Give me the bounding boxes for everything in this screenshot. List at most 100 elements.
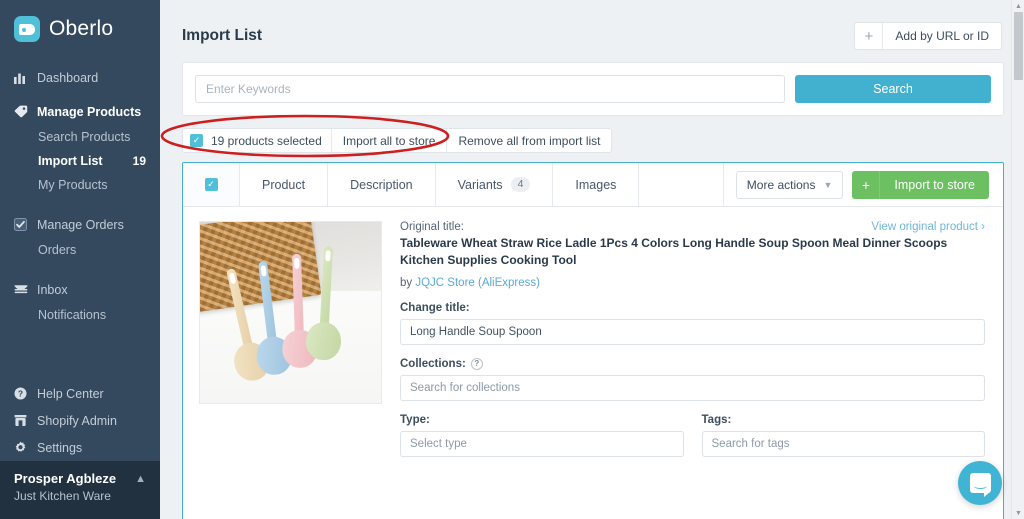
sidebar-item-help-center[interactable]: ? Help Center <box>0 380 160 407</box>
add-by-url-label: Add by URL or ID <box>895 29 989 43</box>
sidebar-subitem-label: Orders <box>38 243 77 257</box>
original-title-text: Tableware Wheat Straw Rice Ladle 1Pcs 4 … <box>400 236 948 268</box>
variants-count-badge: 4 <box>510 176 531 193</box>
sidebar-item-import-list[interactable]: Import List 19 <box>0 149 160 173</box>
import-to-store-button[interactable]: + Import to store <box>852 170 989 199</box>
main-content: Import List + Add by URL or ID Search ✓ … <box>160 0 1024 519</box>
nav-divider-gap <box>0 197 160 211</box>
product-details: Original title: View original product › … <box>400 221 985 457</box>
chat-bubble-icon <box>969 473 991 497</box>
tab-label: Images <box>575 177 617 192</box>
product-select-checkbox-cell[interactable]: ✓ <box>183 163 240 206</box>
type-label-text: Type: <box>400 413 430 426</box>
sidebar-item-label: Help Center <box>37 386 104 401</box>
bulk-actions-bar: ✓ 19 products selected Import all to sto… <box>182 128 613 153</box>
sidebar-subitem-label: Notifications <box>38 308 107 322</box>
type-tags-row: Type: Tags: <box>400 414 985 457</box>
plus-icon: + <box>855 23 884 49</box>
view-original-product-link[interactable]: View original product › <box>871 221 985 233</box>
selected-count-label: 19 products selected <box>211 133 322 148</box>
by-prefix: by <box>400 276 413 289</box>
sidebar-item-label: Dashboard <box>37 70 99 85</box>
product-thumbnail[interactable] <box>199 221 382 404</box>
svg-text:?: ? <box>18 389 23 399</box>
tags-input[interactable] <box>701 430 985 457</box>
sidebar-item-notifications[interactable]: Notifications <box>0 303 160 327</box>
tab-label: Product <box>262 177 306 192</box>
sidebar-item-label: Manage Products <box>37 104 142 119</box>
sidebar-subitem-label: Search Products <box>38 130 131 144</box>
type-label: Type: <box>400 414 684 426</box>
collections-label-text: Collections: <box>400 357 466 370</box>
tab-label: Variants <box>457 177 503 192</box>
nav-divider-gap <box>0 262 160 276</box>
sidebar-item-label: Inbox <box>37 282 68 297</box>
page-scrollbar[interactable]: ▲ ▼ <box>1011 0 1024 519</box>
tags-field: Tags: <box>701 414 986 457</box>
user-account-panel[interactable]: Prosper Agbleze ▲ Just Kitchen Ware <box>0 461 160 519</box>
tab-variants[interactable]: Variants 4 <box>436 163 554 206</box>
scrollbar-thumb[interactable] <box>1014 12 1023 80</box>
brand-logo[interactable]: Oberlo <box>0 0 160 42</box>
sidebar-item-settings[interactable]: Settings <box>0 434 160 461</box>
checkbox-checked-icon[interactable]: ✓ <box>204 178 218 191</box>
search-panel: Search <box>182 62 1004 116</box>
oberlo-tag-logo-icon <box>14 16 40 42</box>
original-title-row: Original title: View original product › <box>400 221 985 233</box>
sidebar-bottom-nav: ? Help Center Shopify Admin Settings <box>0 380 160 461</box>
question-circle-icon: ? <box>14 387 34 400</box>
triangle-down-icon[interactable]: ▼ <box>1012 507 1024 519</box>
tab-description[interactable]: Description <box>328 163 436 206</box>
type-input[interactable] <box>400 430 684 457</box>
product-card-tabbar: ✓ Product Description Variants 4 Images <box>183 163 1003 207</box>
product-card-actions: More actions ▼ + Import to store <box>724 163 1003 206</box>
checkbox-checked-icon[interactable]: ✓ <box>190 134 203 147</box>
view-original-product-label: View original product <box>871 221 978 233</box>
type-field: Type: <box>400 414 684 457</box>
sidebar-item-manage-products[interactable]: Manage Products <box>0 98 160 125</box>
sidebar-item-manage-orders[interactable]: Manage Orders <box>0 211 160 238</box>
bar-chart-icon <box>14 71 34 84</box>
change-title-label: Change title: <box>400 302 985 314</box>
question-mark-icon[interactable]: ? <box>470 357 483 370</box>
collections-label: Collections: ? <box>400 357 985 370</box>
chat-widget-button[interactable] <box>958 461 1002 505</box>
change-title-input[interactable] <box>400 318 985 345</box>
chevron-down-icon: ▼ <box>823 179 833 190</box>
add-by-url-button[interactable]: + Add by URL or ID <box>854 22 1002 50</box>
change-title-field: Change title: <box>400 302 985 345</box>
more-actions-dropdown[interactable]: More actions ▼ <box>735 170 844 199</box>
sidebar-item-search-products[interactable]: Search Products <box>0 125 160 149</box>
remove-all-from-import-list-button[interactable]: Remove all from import list <box>447 129 611 152</box>
sidebar-item-label: Manage Orders <box>37 217 124 232</box>
page-header: Import List + Add by URL or ID <box>160 0 1024 52</box>
sidebar-item-inbox[interactable]: Inbox <box>0 276 160 303</box>
import-all-to-store-button[interactable]: Import all to store <box>332 129 448 152</box>
brand-name: Oberlo <box>49 17 114 40</box>
tab-product[interactable]: Product <box>240 163 329 206</box>
collections-input[interactable] <box>400 374 985 401</box>
tab-images[interactable]: Images <box>553 163 640 206</box>
sidebar-item-dashboard[interactable]: Dashboard <box>0 64 160 91</box>
sidebar-item-my-products[interactable]: My Products <box>0 173 160 197</box>
sidebar-nav: Dashboard Manage Products Search Product… <box>0 64 160 327</box>
search-button[interactable]: Search <box>795 75 991 103</box>
tags-label: Tags: <box>702 414 986 426</box>
supplier-link[interactable]: JQJC Store (AliExpress) <box>415 277 540 289</box>
sidebar-item-shopify-admin[interactable]: Shopify Admin <box>0 407 160 434</box>
sidebar: Oberlo Dashboard Manage Products Search … <box>0 0 160 519</box>
supplier-line: by JQJC Store (AliExpress) <box>400 277 985 289</box>
sidebar-item-orders[interactable]: Orders <box>0 238 160 262</box>
search-input[interactable] <box>195 75 785 103</box>
sidebar-item-label: Shopify Admin <box>37 413 117 428</box>
select-all-cell[interactable]: ✓ 19 products selected <box>183 129 332 152</box>
more-actions-label: More actions <box>746 177 816 192</box>
product-card-body: Original title: View original product › … <box>183 207 1003 457</box>
tab-label: Description <box>350 177 413 192</box>
chevron-right-icon: › <box>981 221 985 233</box>
triangle-up-icon[interactable]: ▲ <box>1012 0 1024 12</box>
checkbox-square-icon <box>14 218 34 231</box>
store-icon <box>14 414 34 427</box>
import-to-store-label: Import to store <box>894 177 975 192</box>
chevron-up-icon[interactable]: ▲ <box>135 473 146 485</box>
